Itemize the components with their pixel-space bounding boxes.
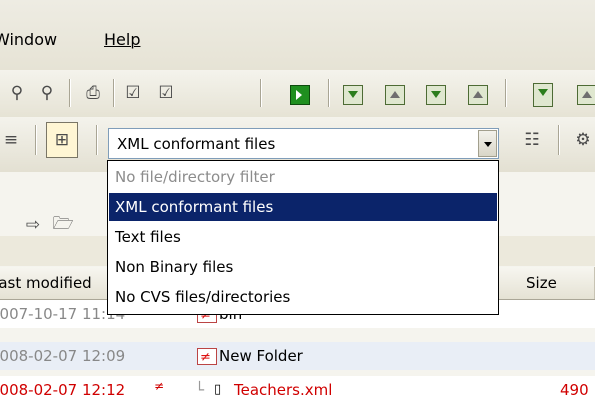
diff-marker-icon: ≠ bbox=[154, 379, 165, 393]
merge-icon[interactable] bbox=[533, 83, 553, 107]
filter-option[interactable]: No CVS files/directories bbox=[109, 283, 497, 311]
menu-bar: Window Help bbox=[0, 0, 595, 71]
find-icon[interactable]: ⚲ bbox=[6, 82, 28, 104]
check-file-icon[interactable]: ☑ bbox=[122, 82, 144, 104]
filter-option[interactable]: Text files bbox=[109, 223, 497, 251]
menu-help[interactable]: Help bbox=[104, 30, 140, 49]
filter-option-selected[interactable]: XML conformant files bbox=[109, 193, 497, 221]
separator bbox=[113, 79, 115, 107]
separator bbox=[35, 125, 37, 155]
file-icon: ▯ bbox=[214, 382, 222, 397]
separator bbox=[69, 79, 71, 107]
next-diff-icon[interactable] bbox=[343, 85, 363, 105]
name-cell: Teachers.xml bbox=[234, 381, 333, 399]
menu-window[interactable]: Window bbox=[0, 30, 57, 49]
folder-tree-icon: ⊞ bbox=[54, 130, 70, 150]
filter-option[interactable]: Non Binary files bbox=[109, 253, 497, 281]
last-diff-icon[interactable] bbox=[426, 85, 446, 105]
table-row[interactable]: 2008-02-07 12:12 ≠ └ ▯ Teachers.xml 490 bbox=[0, 376, 595, 404]
separator bbox=[96, 125, 98, 155]
table-row[interactable]: 2008-02-07 12:09 New Folder bbox=[0, 342, 595, 372]
tree-branch-icon: └ bbox=[195, 381, 205, 399]
options-icon[interactable]: ⚙ bbox=[572, 129, 594, 151]
first-diff-icon[interactable] bbox=[468, 85, 488, 105]
size-cell: 490 bbox=[560, 381, 589, 399]
open-folder-icon[interactable]: 🗁 bbox=[52, 214, 74, 236]
separator bbox=[328, 79, 330, 107]
filter-dropdown: No file/directory filter XML conformant … bbox=[107, 160, 499, 315]
column-last-modified[interactable]: Last modified bbox=[0, 267, 108, 299]
modified-cell: 2008-02-07 12:12 bbox=[0, 381, 126, 399]
modified-cell: 2008-02-07 12:09 bbox=[0, 347, 126, 365]
menu-window-clip: Window bbox=[0, 0, 64, 70]
print-icon[interactable]: ⎙ bbox=[82, 82, 104, 104]
check-all-icon[interactable]: ☑ bbox=[155, 82, 177, 104]
chevron-down-icon[interactable] bbox=[478, 130, 497, 157]
separator bbox=[558, 125, 560, 155]
folder-icon bbox=[197, 344, 217, 372]
list-icon[interactable]: ≡ bbox=[0, 129, 22, 151]
file-filter-value: XML conformant files bbox=[117, 135, 276, 153]
start-compare-icon[interactable] bbox=[290, 85, 310, 105]
merge-all-icon[interactable] bbox=[577, 85, 595, 105]
toolbar-main: ⚲ ⚲ ⎙ ☑ ☑ bbox=[0, 70, 595, 118]
show-folders-toggle[interactable]: ⊞ bbox=[46, 122, 78, 158]
filter-settings-icon[interactable]: ☷ bbox=[521, 129, 543, 151]
filter-option[interactable]: No file/directory filter bbox=[109, 163, 497, 191]
separator bbox=[260, 79, 262, 107]
file-filter-select[interactable]: XML conformant files bbox=[108, 128, 499, 159]
prev-diff-icon[interactable] bbox=[385, 85, 405, 105]
find-next-icon[interactable]: ⚲ bbox=[36, 82, 58, 104]
separator bbox=[505, 79, 507, 107]
column-size[interactable]: Size bbox=[518, 267, 595, 299]
name-cell: New Folder bbox=[219, 347, 303, 365]
add-file-icon[interactable]: ⇨ bbox=[22, 214, 44, 236]
